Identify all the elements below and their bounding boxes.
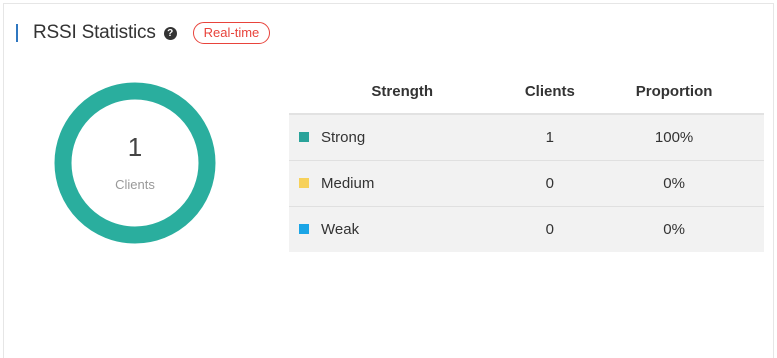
clients-cell: 0 — [515, 160, 585, 207]
strength-cell: Strong — [289, 114, 516, 161]
donut-ring — [54, 82, 216, 244]
strong-color-swatch — [299, 132, 309, 143]
donut-client-label: Clients — [115, 177, 155, 192]
strength-cell: Medium — [289, 160, 516, 207]
strength-cell: Weak — [289, 206, 516, 252]
weak-color-swatch — [299, 224, 309, 235]
table-row: Medium 0 0% — [289, 160, 764, 207]
column-header-strength: Strength — [289, 69, 516, 115]
table-header-row: Strength Clients Proportion — [289, 69, 764, 115]
panel-title: RSSI Statistics — [33, 22, 156, 43]
proportion-cell: 0% — [584, 160, 764, 207]
strength-label: Weak — [321, 221, 360, 238]
rssi-strength-table: Strength Clients Proportion Strong 1 100… — [289, 69, 764, 252]
table-row: Strong 1 100% — [289, 114, 764, 161]
medium-color-swatch — [299, 178, 309, 189]
realtime-badge: Real-time — [192, 22, 271, 44]
clients-donut-chart: 1 Clients — [54, 82, 216, 244]
proportion-cell: 100% — [584, 114, 764, 161]
column-header-clients: Clients — [515, 69, 585, 115]
proportion-cell: 0% — [584, 206, 764, 252]
table-row: Weak 0 0% — [289, 206, 764, 252]
panel-header: RSSI Statistics ? Real-time — [16, 22, 271, 44]
strength-label: Strong — [321, 129, 366, 146]
column-header-proportion: Proportion — [584, 69, 764, 115]
strength-label: Medium — [321, 175, 375, 192]
help-icon[interactable]: ? — [163, 26, 177, 40]
rssi-statistics-panel: RSSI Statistics ? Real-time 1 Clients St… — [3, 3, 774, 358]
clients-cell: 1 — [515, 114, 585, 161]
donut-client-count: 1 — [127, 132, 143, 162]
header-accent-bar — [16, 24, 18, 42]
clients-cell: 0 — [515, 206, 585, 252]
